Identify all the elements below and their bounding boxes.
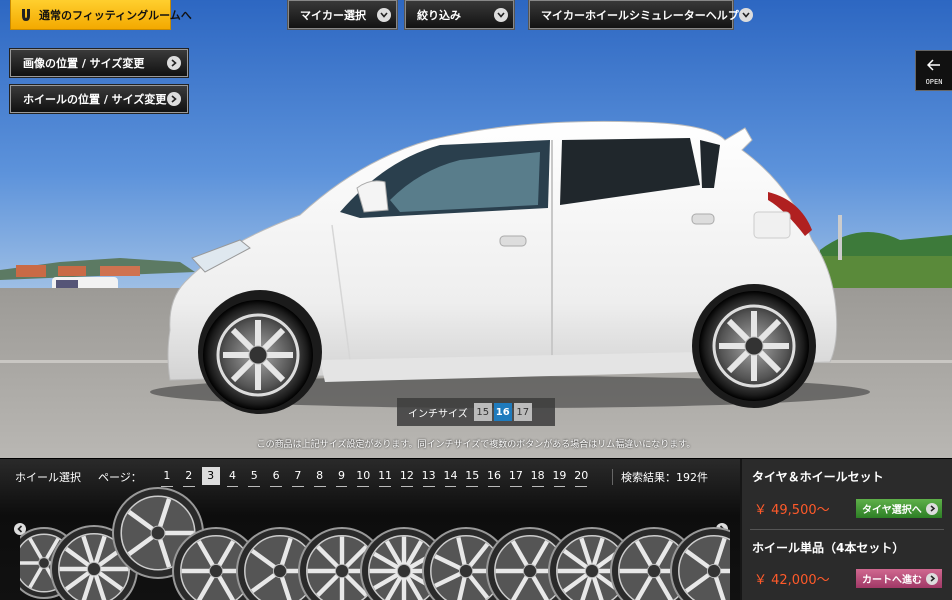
page-link[interactable]: 11 <box>374 467 396 487</box>
single-title: ホイール単品（4本セット） <box>752 541 905 555</box>
chevron-right-icon <box>926 502 938 515</box>
page-link[interactable]: 8 <box>309 467 331 487</box>
page-link[interactable]: 17 <box>505 467 527 487</box>
single-price: ￥ 42,000〜 <box>754 573 830 588</box>
page-link[interactable]: 12 <box>396 467 418 487</box>
page-link[interactable]: 6 <box>265 467 287 487</box>
page-link[interactable]: 7 <box>287 467 309 487</box>
set-title: タイヤ＆ホイールセット <box>752 470 884 484</box>
page-label: ページ： <box>98 471 142 484</box>
chevron-right-icon <box>167 56 181 70</box>
wheel-thumbnail[interactable] <box>670 527 730 600</box>
help-button[interactable]: マイカーホイールシミュレーターヘルプ <box>528 0 753 30</box>
my-car-select-label: マイカー選択 <box>300 8 366 22</box>
wheel-selection-title: ホイール選択 <box>15 471 81 484</box>
page-link[interactable]: 14 <box>440 467 462 487</box>
page-link[interactable]: 4 <box>222 467 244 487</box>
inch-option-15[interactable]: 15 <box>473 403 492 421</box>
inch-option-17[interactable]: 17 <box>513 403 532 421</box>
inch-option-16[interactable]: 16 <box>493 403 512 421</box>
inch-size-label: インチサイズ <box>408 408 468 420</box>
filter-button[interactable]: 絞り込み <box>404 0 515 30</box>
fitting-room-button[interactable]: 通常のフィッティングルームへ <box>10 0 192 30</box>
divider <box>750 529 944 530</box>
set-price: ￥ 49,500〜 <box>754 503 830 518</box>
page-link[interactable]: 2 <box>178 467 200 487</box>
chevron-down-icon <box>377 7 391 22</box>
page-link[interactable]: 9 <box>331 467 353 487</box>
my-car-select-button[interactable]: マイカー選択 <box>287 0 398 30</box>
purchase-panel: タイヤ＆ホイールセット ￥ 49,500〜 タイヤ選択へ ホイール単品（4本セッ… <box>742 459 952 600</box>
wheel-position-size-button[interactable]: ホイールの位置 / サイズ変更 <box>10 85 188 113</box>
page-link[interactable]: 13 <box>418 467 440 487</box>
page-link[interactable]: 3 <box>201 467 220 485</box>
wheel-carousel <box>20 487 730 600</box>
size-note: この商品は上記サイズ設定があります。同インチサイズで複数のボタンがある場合はリム… <box>256 440 696 450</box>
cart-button[interactable]: カートへ進む <box>856 569 942 588</box>
page-link[interactable]: 19 <box>549 467 571 487</box>
page-link[interactable]: 1 <box>156 467 178 487</box>
filter-label: 絞り込み <box>417 8 461 22</box>
search-results: 検索結果：192件 <box>612 469 708 485</box>
page-link[interactable]: 15 <box>461 467 483 487</box>
chevron-down-icon <box>738 7 753 22</box>
chevron-right-icon <box>926 572 938 585</box>
page-link[interactable]: 5 <box>243 467 265 487</box>
page-link[interactable]: 18 <box>527 467 549 487</box>
bottom-panel: ホイール選択 ページ： 1 2 3 4 5 6 7 8 9 10 11 12 13 14 15 16 17 18 1… <box>0 459 952 600</box>
page-link[interactable]: 10 <box>352 467 374 487</box>
magnet-icon <box>19 8 33 22</box>
arrow-left-icon <box>926 56 941 75</box>
page-link[interactable]: 16 <box>483 467 505 487</box>
open-panel-button[interactable]: OPEN <box>915 50 952 91</box>
tire-select-label: タイヤ選択へ <box>862 505 922 516</box>
fitting-room-label: 通常のフィッティングルームへ <box>39 8 192 22</box>
inch-size-selector: インチサイズ 15 16 17 <box>397 398 555 426</box>
page-link[interactable]: 20 <box>570 467 592 487</box>
tire-select-button[interactable]: タイヤ選択へ <box>856 499 942 518</box>
pagination: 1 2 3 4 5 6 7 8 9 10 11 12 13 14 15 16 17 18 19 20 <box>156 467 592 487</box>
chevron-right-icon <box>167 92 181 106</box>
wheel-position-size-label: ホイールの位置 / サイズ変更 <box>23 93 167 106</box>
image-position-size-button[interactable]: 画像の位置 / サイズ変更 <box>10 49 188 77</box>
help-label: マイカーホイールシミュレーターヘルプ <box>541 8 739 22</box>
image-position-size-label: 画像の位置 / サイズ変更 <box>23 57 145 70</box>
wheel-selection-panel: ホイール選択 ページ： 1 2 3 4 5 6 7 8 9 10 11 12 13 14 15 16 17 18 1… <box>0 459 740 600</box>
chevron-down-icon <box>494 7 508 22</box>
cart-label: カートへ進む <box>862 575 922 586</box>
open-label: OPEN <box>925 77 943 86</box>
